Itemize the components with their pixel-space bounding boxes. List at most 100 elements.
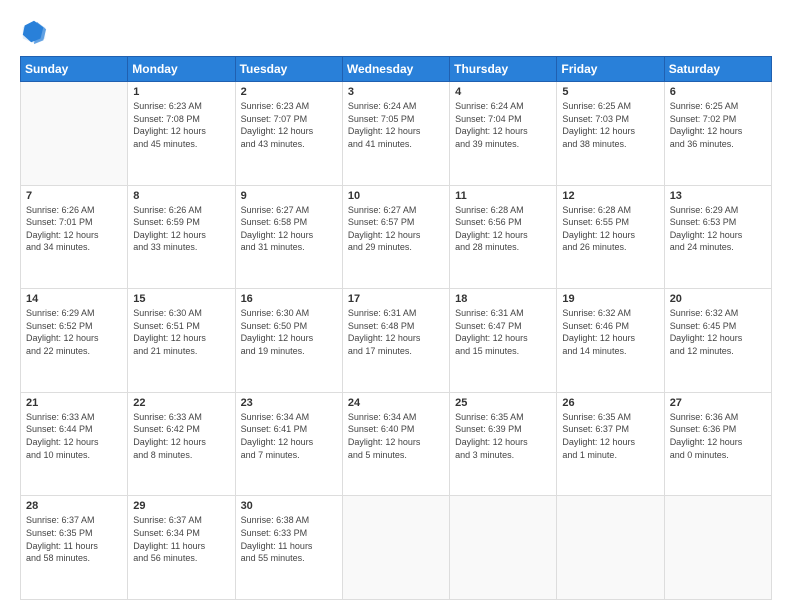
- day-number: 9: [241, 190, 337, 202]
- day-number: 11: [455, 190, 551, 202]
- calendar-cell: [557, 496, 664, 600]
- day-info: Sunrise: 6:27 AM Sunset: 6:58 PM Dayligh…: [241, 204, 337, 254]
- calendar-cell: 21 Sunrise: 6:33 AM Sunset: 6:44 PM Dayli…: [21, 392, 128, 496]
- calendar-cell: 27 Sunrise: 6:36 AM Sunset: 6:36 PM Dayli…: [664, 392, 771, 496]
- calendar-cell: 23 Sunrise: 6:34 AM Sunset: 6:41 PM Dayli…: [235, 392, 342, 496]
- day-number: 15: [133, 293, 229, 305]
- day-info: Sunrise: 6:36 AM Sunset: 6:36 PM Dayligh…: [670, 411, 766, 461]
- logo: [20, 18, 52, 46]
- calendar-cell: 5Sunrise: 6:25 AM Sunset: 7:03 PM Daylig…: [557, 82, 664, 186]
- day-info: Sunrise: 6:32 AM Sunset: 6:46 PM Dayligh…: [562, 307, 658, 357]
- calendar-cell: 10 Sunrise: 6:27 AM Sunset: 6:57 PM Dayli…: [342, 185, 449, 289]
- day-info: Sunrise: 6:35 AM Sunset: 6:37 PM Dayligh…: [562, 411, 658, 461]
- header: [20, 18, 772, 46]
- day-info: Sunrise: 6:34 AM Sunset: 6:41 PM Dayligh…: [241, 411, 337, 461]
- calendar-cell: [450, 496, 557, 600]
- day-info: Sunrise: 6:27 AM Sunset: 6:57 PM Dayligh…: [348, 204, 444, 254]
- calendar-header-tuesday: Tuesday: [235, 57, 342, 82]
- day-number: 21: [26, 397, 122, 409]
- day-info: Sunrise: 6:37 AM Sunset: 6:34 PM Dayligh…: [133, 514, 229, 564]
- calendar-header-saturday: Saturday: [664, 57, 771, 82]
- calendar-cell: 4 Sunrise: 6:24 AM Sunset: 7:04 PM Daylig…: [450, 82, 557, 186]
- day-info: Sunrise: 6:30 AM Sunset: 6:50 PM Dayligh…: [241, 307, 337, 357]
- day-info: Sunrise: 6:37 AM Sunset: 6:35 PM Dayligh…: [26, 514, 122, 564]
- day-number: 10: [348, 190, 444, 202]
- day-number: 17: [348, 293, 444, 305]
- calendar-cell: 20Sunrise: 6:32 AM Sunset: 6:45 PM Dayli…: [664, 289, 771, 393]
- day-number: 3: [348, 86, 444, 98]
- day-number: 14: [26, 293, 122, 305]
- day-number: 16: [241, 293, 337, 305]
- day-info: Sunrise: 6:31 AM Sunset: 6:48 PM Dayligh…: [348, 307, 444, 357]
- day-info: Sunrise: 6:34 AM Sunset: 6:40 PM Dayligh…: [348, 411, 444, 461]
- calendar-header-row: SundayMondayTuesdayWednesdayThursdayFrid…: [21, 57, 772, 82]
- day-number: 27: [670, 397, 766, 409]
- day-number: 18: [455, 293, 551, 305]
- calendar-cell: 22 Sunrise: 6:33 AM Sunset: 6:42 PM Dayli…: [128, 392, 235, 496]
- day-info: Sunrise: 6:31 AM Sunset: 6:47 PM Dayligh…: [455, 307, 551, 357]
- logo-icon: [20, 18, 48, 46]
- day-number: 22: [133, 397, 229, 409]
- day-info: Sunrise: 6:25 AM Sunset: 7:02 PM Dayligh…: [670, 100, 766, 150]
- day-number: 4: [455, 86, 551, 98]
- day-info: Sunrise: 6:29 AM Sunset: 6:52 PM Dayligh…: [26, 307, 122, 357]
- day-info: Sunrise: 6:35 AM Sunset: 6:39 PM Dayligh…: [455, 411, 551, 461]
- calendar-cell: 11 Sunrise: 6:28 AM Sunset: 6:56 PM Dayli…: [450, 185, 557, 289]
- calendar-header-sunday: Sunday: [21, 57, 128, 82]
- calendar-cell: 30 Sunrise: 6:38 AM Sunset: 6:33 PM Dayli…: [235, 496, 342, 600]
- calendar-cell: 19Sunrise: 6:32 AM Sunset: 6:46 PM Dayli…: [557, 289, 664, 393]
- calendar-cell: 15 Sunrise: 6:30 AM Sunset: 6:51 PM Dayli…: [128, 289, 235, 393]
- calendar-cell: 8Sunrise: 6:26 AM Sunset: 6:59 PM Daylig…: [128, 185, 235, 289]
- day-info: Sunrise: 6:26 AM Sunset: 6:59 PM Dayligh…: [133, 204, 229, 254]
- day-info: Sunrise: 6:26 AM Sunset: 7:01 PM Dayligh…: [26, 204, 122, 254]
- day-number: 12: [562, 190, 658, 202]
- calendar-cell: 17 Sunrise: 6:31 AM Sunset: 6:48 PM Dayli…: [342, 289, 449, 393]
- day-number: 24: [348, 397, 444, 409]
- calendar-cell: 18 Sunrise: 6:31 AM Sunset: 6:47 PM Dayli…: [450, 289, 557, 393]
- week-row-2: 7 Sunrise: 6:26 AM Sunset: 7:01 PM Daylig…: [21, 185, 772, 289]
- calendar-cell: 2 Sunrise: 6:23 AM Sunset: 7:07 PM Daylig…: [235, 82, 342, 186]
- day-number: 29: [133, 500, 229, 512]
- day-number: 25: [455, 397, 551, 409]
- calendar-cell: 9 Sunrise: 6:27 AM Sunset: 6:58 PM Daylig…: [235, 185, 342, 289]
- day-info: Sunrise: 6:33 AM Sunset: 6:42 PM Dayligh…: [133, 411, 229, 461]
- calendar-header-friday: Friday: [557, 57, 664, 82]
- day-info: Sunrise: 6:29 AM Sunset: 6:53 PM Dayligh…: [670, 204, 766, 254]
- day-info: Sunrise: 6:30 AM Sunset: 6:51 PM Dayligh…: [133, 307, 229, 357]
- calendar-cell: 14 Sunrise: 6:29 AM Sunset: 6:52 PM Dayli…: [21, 289, 128, 393]
- day-number: 7: [26, 190, 122, 202]
- day-info: Sunrise: 6:23 AM Sunset: 7:07 PM Dayligh…: [241, 100, 337, 150]
- day-info: Sunrise: 6:23 AM Sunset: 7:08 PM Dayligh…: [133, 100, 229, 150]
- calendar-cell: 7 Sunrise: 6:26 AM Sunset: 7:01 PM Daylig…: [21, 185, 128, 289]
- week-row-1: 1 Sunrise: 6:23 AM Sunset: 7:08 PM Daylig…: [21, 82, 772, 186]
- calendar-cell: 24 Sunrise: 6:34 AM Sunset: 6:40 PM Dayli…: [342, 392, 449, 496]
- day-info: Sunrise: 6:28 AM Sunset: 6:55 PM Dayligh…: [562, 204, 658, 254]
- calendar-header-thursday: Thursday: [450, 57, 557, 82]
- calendar-cell: 6 Sunrise: 6:25 AM Sunset: 7:02 PM Daylig…: [664, 82, 771, 186]
- day-info: Sunrise: 6:25 AM Sunset: 7:03 PM Dayligh…: [562, 100, 658, 150]
- calendar-cell: [664, 496, 771, 600]
- day-number: 6: [670, 86, 766, 98]
- calendar-header-wednesday: Wednesday: [342, 57, 449, 82]
- day-info: Sunrise: 6:33 AM Sunset: 6:44 PM Dayligh…: [26, 411, 122, 461]
- day-number: 28: [26, 500, 122, 512]
- calendar-cell: 13 Sunrise: 6:29 AM Sunset: 6:53 PM Dayli…: [664, 185, 771, 289]
- calendar-cell: 16 Sunrise: 6:30 AM Sunset: 6:50 PM Dayli…: [235, 289, 342, 393]
- day-number: 26: [562, 397, 658, 409]
- day-info: Sunrise: 6:28 AM Sunset: 6:56 PM Dayligh…: [455, 204, 551, 254]
- day-number: 13: [670, 190, 766, 202]
- week-row-4: 21 Sunrise: 6:33 AM Sunset: 6:44 PM Dayli…: [21, 392, 772, 496]
- page: SundayMondayTuesdayWednesdayThursdayFrid…: [0, 0, 792, 612]
- day-number: 23: [241, 397, 337, 409]
- calendar-cell: 26 Sunrise: 6:35 AM Sunset: 6:37 PM Dayli…: [557, 392, 664, 496]
- calendar-cell: [342, 496, 449, 600]
- calendar-cell: 29 Sunrise: 6:37 AM Sunset: 6:34 PM Dayli…: [128, 496, 235, 600]
- day-number: 2: [241, 86, 337, 98]
- calendar-header-monday: Monday: [128, 57, 235, 82]
- calendar-cell: 25 Sunrise: 6:35 AM Sunset: 6:39 PM Dayli…: [450, 392, 557, 496]
- day-info: Sunrise: 6:24 AM Sunset: 7:04 PM Dayligh…: [455, 100, 551, 150]
- day-number: 30: [241, 500, 337, 512]
- day-number: 1: [133, 86, 229, 98]
- calendar-cell: [21, 82, 128, 186]
- day-info: Sunrise: 6:38 AM Sunset: 6:33 PM Dayligh…: [241, 514, 337, 564]
